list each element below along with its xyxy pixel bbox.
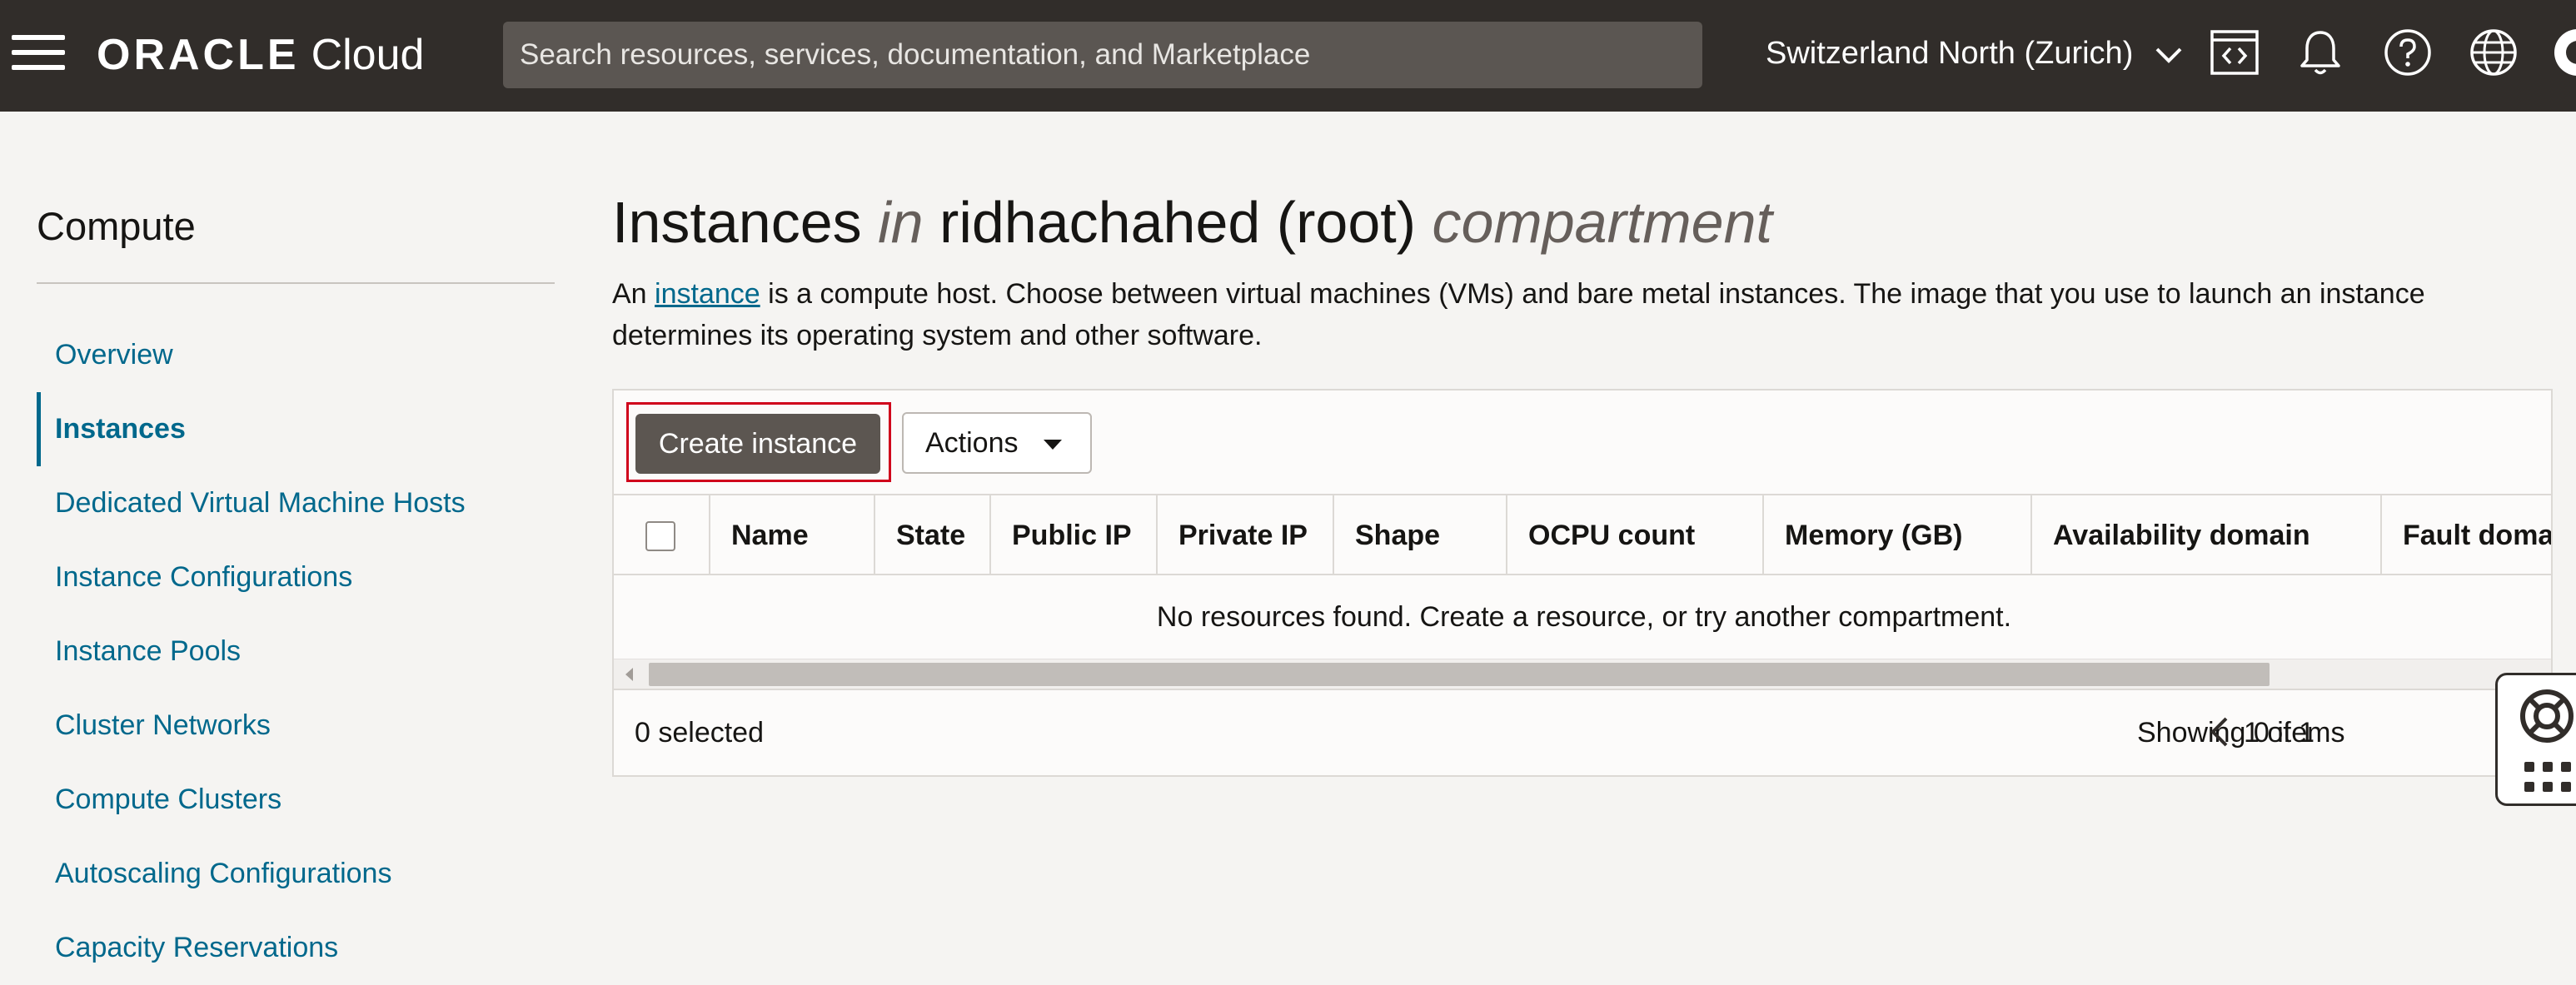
empty-table-message: No resources found. Create a resource, o…: [1156, 600, 2012, 633]
table-header-row: Name State Public IP Private IP Shape OC…: [614, 494, 2551, 575]
chevron-down-icon: [2154, 33, 2184, 77]
actions-label: Actions: [925, 426, 1019, 459]
oracle-cloud-logo[interactable]: ORACLE Cloud: [97, 30, 424, 80]
description-text-start: An: [612, 278, 655, 310]
previous-page-icon[interactable]: [2203, 714, 2236, 750]
column-header-state[interactable]: State: [875, 495, 991, 575]
brand-oracle: ORACLE: [97, 31, 300, 79]
selected-count: 0 selected: [635, 717, 764, 749]
title-compartment-word: compartment: [1432, 190, 1772, 255]
sidebar-item-overview[interactable]: Overview: [37, 318, 553, 392]
create-instance-button[interactable]: Create instance: [635, 414, 880, 474]
region-label: Switzerland North (Zurich): [1766, 36, 2134, 71]
title-resource: Instances: [612, 190, 862, 255]
sidebar-nav-list: Overview Instances Dedicated Virtual Mac…: [37, 318, 553, 985]
support-widget[interactable]: [2495, 673, 2576, 806]
page-title: Instances in ridhachahed (root) compartm…: [612, 187, 1772, 257]
header-select-cell: [614, 495, 710, 575]
sidebar-item-capacity-reservations[interactable]: Capacity Reservations: [37, 911, 553, 985]
help-icon[interactable]: [2382, 27, 2434, 78]
notifications-bell-icon[interactable]: [2294, 27, 2346, 78]
sidebar-item-compute-clusters[interactable]: Compute Clusters: [37, 763, 553, 837]
caret-down-icon: [1044, 440, 1062, 450]
global-search-input[interactable]: [503, 22, 1702, 88]
brand-cloud: Cloud: [311, 31, 425, 79]
sidebar-title: Compute: [37, 204, 196, 248]
scrollbar-thumb[interactable]: [649, 663, 2270, 686]
column-header-ocpu-count[interactable]: OCPU count: [1507, 495, 1764, 575]
language-globe-icon[interactable]: [2468, 27, 2519, 78]
profile-icon[interactable]: [2552, 27, 2576, 78]
title-compartment-name: ridhachahed (root): [939, 190, 1417, 255]
column-header-name[interactable]: Name: [710, 495, 875, 575]
horizontal-scrollbar[interactable]: [614, 659, 2551, 689]
instances-table-panel: Create instance Actions Name State Publi…: [612, 389, 2553, 777]
table-footer: 0 selected Showing 0 items 1 of 1: [614, 689, 2551, 775]
compute-sidebar: Compute Overview Instances Dedicated Vir…: [0, 112, 566, 963]
sidebar-item-cluster-networks[interactable]: Cluster Networks: [37, 689, 553, 763]
sidebar-divider: [37, 282, 555, 284]
sidebar-item-dedicated-vm-hosts[interactable]: Dedicated Virtual Machine Hosts: [37, 466, 553, 540]
description-text-end: is a compute host. Choose between virtua…: [612, 278, 2425, 351]
lifebuoy-icon[interactable]: [2518, 687, 2576, 745]
region-selector[interactable]: Switzerland North (Zurich): [1766, 32, 2184, 77]
sidebar-item-autoscaling-configurations[interactable]: Autoscaling Configurations: [37, 837, 553, 911]
scroll-left-arrow-icon[interactable]: [625, 668, 633, 681]
column-header-availability-domain[interactable]: Availability domain: [2032, 495, 2382, 575]
column-header-public-ip[interactable]: Public IP: [991, 495, 1158, 575]
select-all-checkbox[interactable]: [645, 521, 675, 551]
actions-dropdown-button[interactable]: Actions: [902, 412, 1092, 474]
column-header-memory[interactable]: Memory (GB): [1764, 495, 2032, 575]
sidebar-item-instance-configurations[interactable]: Instance Configurations: [37, 540, 553, 614]
sidebar-item-instance-pools[interactable]: Instance Pools: [37, 614, 553, 689]
instance-doc-link[interactable]: instance: [655, 278, 760, 310]
sidebar-item-instances[interactable]: Instances: [37, 392, 553, 466]
column-header-fault-domain[interactable]: Fault domain: [2382, 495, 2551, 575]
hamburger-menu-icon[interactable]: [12, 35, 65, 73]
column-header-shape[interactable]: Shape: [1334, 495, 1507, 575]
page-description: An instance is a compute host. Choose be…: [612, 273, 2528, 356]
apps-grid-icon[interactable]: [2524, 762, 2574, 795]
title-in: in: [878, 190, 924, 255]
page-indicator: 1 of 1: [2244, 717, 2315, 749]
column-header-private-ip[interactable]: Private IP: [1158, 495, 1334, 575]
code-editor-icon[interactable]: [2209, 27, 2260, 78]
top-header: ORACLECloud Switzerland North (Zurich): [0, 0, 2576, 112]
